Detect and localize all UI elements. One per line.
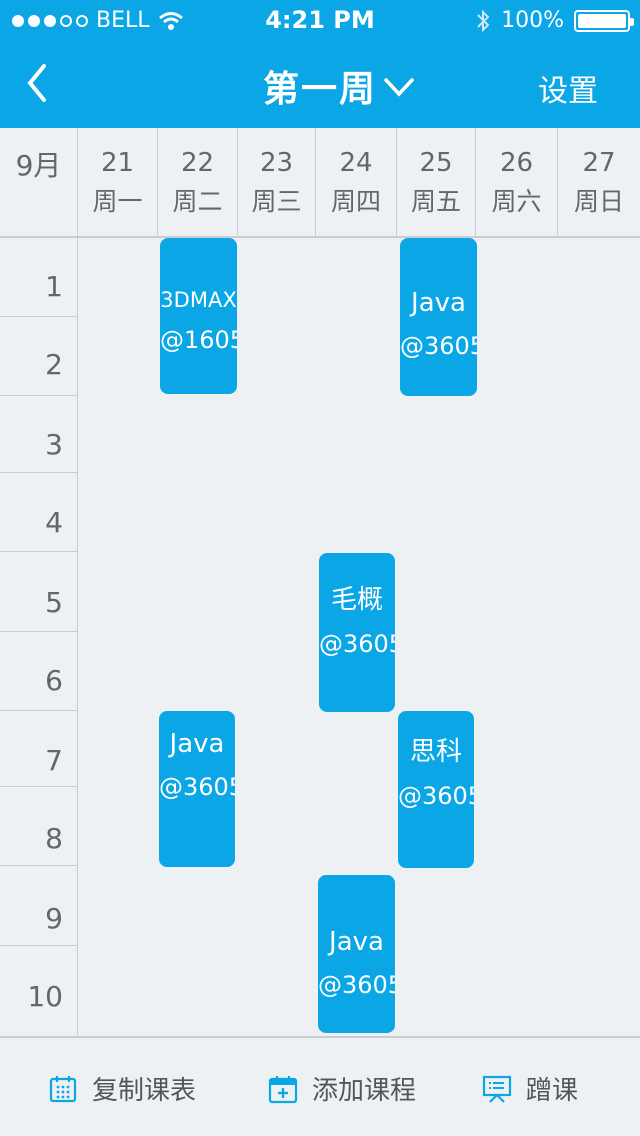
day-date: 26 xyxy=(499,148,534,178)
day-weekday: 周三 xyxy=(251,187,302,216)
day-header-fri: 25 周五 xyxy=(396,128,476,236)
day-weekday: 周二 xyxy=(172,187,223,216)
day-date: 27 xyxy=(582,148,616,178)
course-card-java-thu[interactable]: Java @3605 xyxy=(318,875,395,1033)
presentation-icon xyxy=(482,1075,512,1103)
course-name: 思科 xyxy=(409,737,462,767)
period-label: 8 xyxy=(45,822,63,855)
day-date: 24 xyxy=(339,148,373,178)
calendar-add-icon xyxy=(268,1075,298,1103)
day-date: 25 xyxy=(419,148,453,178)
course-card-sike[interactable]: 思科 @3605 xyxy=(398,711,474,868)
bottom-toolbar: 复制课表 添加课程 蹭课 xyxy=(0,1036,640,1136)
audit-class-button[interactable]: 蹭课 xyxy=(482,1070,578,1107)
day-weekday: 周六 xyxy=(491,187,542,216)
course-room: @3605 xyxy=(319,630,395,658)
period-label: 2 xyxy=(45,348,63,381)
week-dropdown-button[interactable] xyxy=(382,72,416,102)
calendar-icon xyxy=(49,1075,77,1102)
bluetooth-icon xyxy=(477,9,490,32)
day-header-row: 9月 21 周一 22 周二 23 周三 24 周四 25 周五 26 周六 2… xyxy=(0,128,640,238)
course-name: Java xyxy=(329,927,384,957)
course-card-java-tue[interactable]: Java @3605 xyxy=(159,711,235,867)
day-weekday: 周五 xyxy=(410,187,461,216)
add-course-label: 添加课程 xyxy=(312,1076,417,1106)
course-name: 3DMAX xyxy=(160,288,237,312)
course-name: Java xyxy=(411,288,466,318)
course-name: Java xyxy=(169,729,225,759)
period-label: 1 xyxy=(45,270,63,303)
course-room: @3605 xyxy=(400,332,477,360)
course-name: 毛概 xyxy=(330,585,383,615)
period-label: 10 xyxy=(27,980,63,1013)
month-label: 9月 xyxy=(0,128,78,238)
status-right: 100% xyxy=(475,8,634,33)
day-date: 23 xyxy=(259,148,294,178)
period-label: 9 xyxy=(45,902,63,935)
day-weekday: 周四 xyxy=(330,187,381,216)
audit-class-label: 蹭课 xyxy=(526,1076,579,1106)
day-weekday: 周一 xyxy=(92,187,143,216)
course-room: @3605 xyxy=(318,971,395,999)
period-label: 4 xyxy=(45,506,63,539)
day-date: 21 xyxy=(100,148,135,178)
period-label: 5 xyxy=(45,586,63,619)
course-room: @3605 xyxy=(159,773,235,801)
course-room: @1605 xyxy=(160,326,237,354)
copy-schedule-label: 复制课表 xyxy=(92,1076,197,1106)
copy-schedule-button[interactable]: 复制课表 xyxy=(48,1070,196,1107)
day-header-mon: 21 周一 xyxy=(78,128,158,236)
day-header-sun: 27 周日 xyxy=(558,128,640,236)
period-label: 3 xyxy=(45,428,63,461)
period-label: 6 xyxy=(45,664,63,697)
chevron-down-icon xyxy=(384,78,414,97)
day-header-wed: 23 周三 xyxy=(238,128,316,236)
period-label: 7 xyxy=(45,744,63,777)
course-card-maogai[interactable]: 毛概 @3605 xyxy=(319,553,395,712)
day-date: 22 xyxy=(180,148,215,178)
week-title[interactable]: 第一周 xyxy=(263,69,377,110)
status-bar: BELL 4:21 PM 100% xyxy=(0,0,640,40)
settings-button[interactable]: 设置 xyxy=(538,66,598,110)
course-card-3dmax[interactable]: 3DMAX @1605 xyxy=(160,238,237,394)
day-header-thu: 24 周四 xyxy=(316,128,396,236)
day-header-sat: 26 周六 xyxy=(476,128,558,236)
course-room: @3605 xyxy=(398,782,474,810)
course-card-java-fri[interactable]: Java @3605 xyxy=(400,238,477,396)
battery-icon xyxy=(574,9,634,32)
app-header: BELL 4:21 PM 100% 第一周 设置 xyxy=(0,0,640,128)
battery-percent: 100% xyxy=(501,8,564,33)
day-header-tue: 22 周二 xyxy=(158,128,238,236)
add-course-button[interactable]: 添加课程 xyxy=(268,1070,416,1107)
period-column: 1 2 3 4 5 6 7 8 9 10 xyxy=(0,238,78,1036)
day-weekday: 周日 xyxy=(573,187,624,216)
